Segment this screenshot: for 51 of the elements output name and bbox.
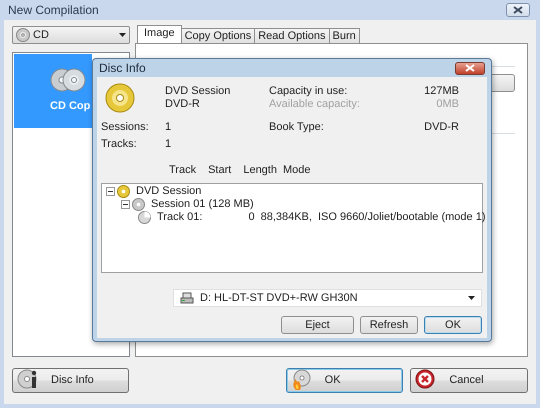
drive-icon <box>180 292 194 304</box>
book-type-label: Book Type: <box>269 120 325 135</box>
tab[interactable]: Copy Options <box>180 28 256 43</box>
tree-label: Track 01: <box>157 210 202 225</box>
tab[interactable]: Read Options <box>254 28 330 43</box>
disc-icon <box>16 28 30 42</box>
disc-icon <box>105 83 135 113</box>
tab[interactable]: Burn <box>328 28 360 43</box>
discs-icon <box>50 68 86 92</box>
caret-icon <box>119 33 126 37</box>
disc-type: DVD Session <box>165 84 232 99</box>
close-icon <box>465 64 475 72</box>
media-dropdown[interactable]: CD <box>12 26 130 44</box>
column-header: Start <box>208 163 232 178</box>
dialog-title: Disc Info <box>99 60 146 77</box>
column-header: Mode <box>282 163 311 178</box>
disc-flame-icon <box>290 369 311 392</box>
close-button[interactable] <box>455 62 485 74</box>
close-button[interactable] <box>506 3 530 17</box>
ok-button[interactable]: OK <box>286 368 404 393</box>
track-length: 88,384KB, <box>260 210 312 225</box>
sessions-label: Sessions: <box>101 120 150 135</box>
capacity-value: 127MB <box>423 84 459 99</box>
drive-dropdown[interactable]: D: HL-DT-ST DVD+-RW GH30N <box>173 288 482 307</box>
disc-icon <box>132 198 145 210</box>
cancel-button[interactable]: Cancel <box>410 368 528 393</box>
tracks-label: Tracks: <box>101 136 138 152</box>
disc-info-button[interactable]: Disc Info <box>12 368 129 393</box>
disc-info-icon <box>17 369 37 392</box>
tree-label: Session 01 (128 MB) <box>151 196 254 212</box>
cancel-icon <box>415 369 436 392</box>
close-icon <box>513 6 523 14</box>
dialog-button[interactable]: Eject <box>281 316 354 334</box>
column-header: Track <box>169 163 196 178</box>
capacity-value: 0MB <box>435 97 459 112</box>
track-mode: ISO 9660/Joliet/bootable (mode 1) <box>318 210 486 225</box>
media-type: DVD-R <box>165 97 201 112</box>
column-header: Length <box>243 163 277 178</box>
dialog-button[interactable]: OK <box>424 316 482 334</box>
window-title: New Compilation <box>8 2 99 19</box>
sessions-value: 1 <box>165 120 172 135</box>
book-type-value: DVD-R <box>423 120 459 135</box>
dialog-button[interactable]: Refresh <box>360 316 418 334</box>
tracks-value: 1 <box>165 136 172 152</box>
track-icon <box>138 210 151 224</box>
capacity-label: Capacity in use: <box>269 84 348 99</box>
caret-icon <box>468 296 475 300</box>
track-start: 0 <box>248 210 255 225</box>
tab[interactable]: Image <box>137 25 182 43</box>
tree-label: DVD Session <box>136 184 202 199</box>
capacity-label: Available capacity: <box>269 97 361 112</box>
